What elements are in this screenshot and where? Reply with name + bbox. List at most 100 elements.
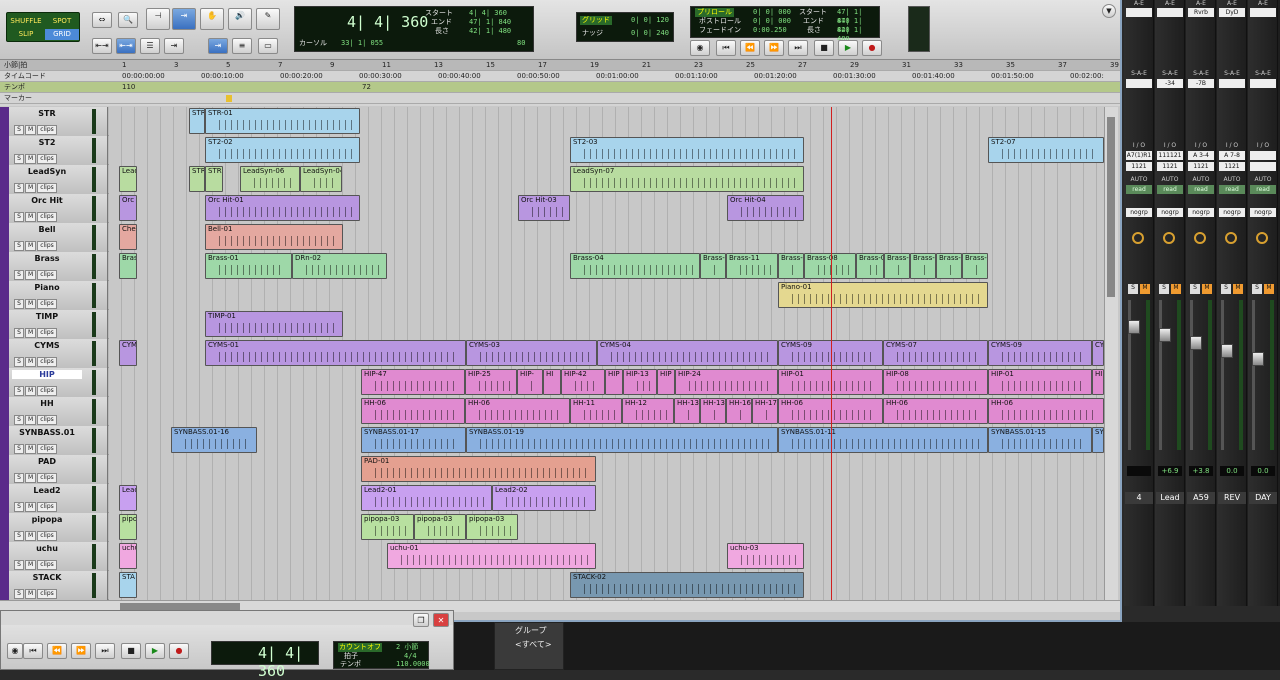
send-slot[interactable]: -7B (1188, 79, 1214, 88)
mixer-solo-button[interactable]: S (1221, 284, 1231, 294)
tab-to-transient-icon[interactable]: ⇥ (208, 38, 228, 54)
volume-value[interactable]: +3.8 (1189, 466, 1213, 476)
midi-clip[interactable]: Brass-01 (205, 253, 292, 279)
track-header[interactable]: Orc Hit S Mclips (0, 194, 108, 223)
rewind-icon[interactable]: ⏪ (740, 40, 760, 56)
midi-clip[interactable]: Brass-1 (910, 253, 936, 279)
track-header[interactable]: LeadSyn S Mclips (0, 165, 108, 194)
track-name[interactable]: CYMS (12, 341, 82, 350)
mute-button[interactable]: M (25, 531, 37, 541)
midi-clip[interactable]: Lead2-02 (492, 485, 596, 511)
online-icon[interactable]: ◉ (690, 40, 710, 56)
solo-button[interactable]: S (14, 473, 24, 483)
midi-clip[interactable]: pipopa-03 (466, 514, 518, 540)
track-header[interactable]: CYMS S Mclips (0, 339, 108, 368)
midi-clip[interactable]: HIP-13 (623, 369, 657, 395)
input-selector[interactable] (1250, 151, 1276, 160)
midi-clip[interactable]: STA (119, 572, 137, 598)
track-name[interactable]: SYNBASS.01 (12, 428, 82, 437)
midi-clip[interactable]: LeadSyn-07 (570, 166, 804, 192)
trim-tool-icon[interactable]: ⊣ (146, 8, 170, 30)
t-ff-icon[interactable]: ⏩ (71, 643, 91, 659)
track-name[interactable]: Bell (12, 225, 82, 234)
mute-button[interactable]: M (25, 502, 37, 512)
track-header[interactable]: ST2 S Mclips (0, 136, 108, 165)
fader-cap[interactable] (1190, 336, 1202, 350)
t-counter[interactable]: 4| 4| 360 (258, 644, 318, 680)
track-playlist[interactable]: PAD-01 (109, 455, 1104, 484)
track-playlist[interactable]: STA STACK-02 (109, 571, 1104, 600)
midi-clip[interactable]: HH-17 (752, 398, 778, 424)
track-name[interactable]: Brass (12, 254, 82, 263)
mute-button[interactable]: M (25, 357, 37, 367)
automation-mode[interactable]: read (1219, 185, 1245, 194)
midi-clip[interactable]: STR- (189, 108, 205, 134)
midi-clip[interactable]: HIP-01 (988, 369, 1092, 395)
channel-name[interactable]: DAY (1249, 492, 1277, 504)
output-selector[interactable]: 1121 (1157, 162, 1183, 171)
mute-button[interactable]: M (25, 270, 37, 280)
postroll-label[interactable]: ポストロール (699, 17, 741, 26)
grabber-tool-icon[interactable]: ✋ (200, 8, 224, 30)
solo-button[interactable]: S (14, 386, 24, 396)
track-header[interactable]: Brass S Mclips (0, 252, 108, 281)
midi-clip[interactable]: HH-06 (361, 398, 465, 424)
automation-mode[interactable]: read (1126, 185, 1152, 194)
output-selector[interactable]: 1121 (1188, 162, 1214, 171)
midi-clip[interactable]: Brass-1 (936, 253, 962, 279)
input-selector[interactable]: A 3-4 (1188, 151, 1214, 160)
mute-button[interactable]: M (25, 415, 37, 425)
group-selector[interactable]: nogrp (1219, 208, 1245, 217)
midi-clip[interactable]: CY (1092, 340, 1104, 366)
view-selector[interactable]: clips (37, 560, 57, 570)
solo-button[interactable]: S (14, 502, 24, 512)
midi-clip[interactable]: ST2-03 (570, 137, 804, 163)
bars-ruler[interactable]: 小節|拍 1 3 5 7 9 11 13 15 17 19 21 23 25 27 29 31 33 35 37 39… (0, 60, 1223, 71)
midi-clip[interactable]: STACK-02 (570, 572, 804, 598)
zoom-toggle-icon[interactable]: ⇔ (92, 12, 112, 28)
fade-label[interactable]: フェードイン (699, 26, 741, 35)
view-selector[interactable]: clips (37, 531, 57, 541)
channel-name[interactable]: Lead (1156, 492, 1184, 504)
grid-label[interactable]: グリッド (580, 16, 612, 25)
input-selector[interactable]: A 7-8 (1219, 151, 1245, 160)
track-name[interactable]: PAD (12, 457, 82, 466)
window-close-icon[interactable]: ✕ (433, 613, 449, 627)
t-end-icon[interactable]: ⏭ (95, 643, 115, 659)
t-tempo-value[interactable]: 110.0000 (396, 660, 430, 669)
midi-clip[interactable]: HH-12 (622, 398, 674, 424)
solo-button[interactable]: S (14, 299, 24, 309)
grid-value[interactable]: 0| 0| 120 (631, 16, 669, 25)
length-value[interactable]: 42| 1| 480 (469, 27, 511, 36)
midi-clip[interactable]: HIP (605, 369, 623, 395)
view-selector[interactable]: clips (37, 125, 57, 135)
track-name[interactable]: pipopa (12, 515, 82, 524)
mute-button[interactable]: M (25, 154, 37, 164)
automation-mode[interactable]: read (1157, 185, 1183, 194)
track-playlist[interactable]: Piano-01 (109, 281, 1104, 310)
track-name[interactable]: Piano (12, 283, 82, 292)
play-icon[interactable]: ▶ (838, 40, 858, 56)
mute-button[interactable]: M (25, 183, 37, 193)
midi-clip[interactable]: HIP-24 (675, 369, 778, 395)
midi-clip[interactable]: LeadSyn-04 (300, 166, 342, 192)
volume-value[interactable]: +6.9 (1158, 466, 1182, 476)
pan-knob-icon[interactable] (1194, 232, 1206, 244)
vertical-scrollbar[interactable] (1104, 107, 1118, 600)
spot-mode[interactable]: SPOT (45, 16, 79, 27)
horizontal-scroll-thumb[interactable] (120, 603, 240, 610)
stop-icon[interactable]: ■ (814, 40, 834, 56)
track-playlist[interactable]: Lead STR-STR LeadSyn-06 LeadSyn-04 LeadSyn-0… (109, 165, 1104, 194)
insert-slot[interactable]: DyD (1219, 8, 1245, 17)
send-slot[interactable]: -34 (1157, 79, 1183, 88)
solo-button[interactable]: S (14, 328, 24, 338)
fast-forward-icon[interactable]: ⏩ (764, 40, 784, 56)
output-selector[interactable]: 1121 (1219, 162, 1245, 171)
groups-all[interactable]: <すべて> (515, 639, 552, 650)
mute-button[interactable]: M (25, 386, 37, 396)
solo-button[interactable]: S (14, 154, 24, 164)
midi-clip[interactable]: Piano-01 (778, 282, 988, 308)
view-selector[interactable]: clips (37, 154, 57, 164)
midi-clip[interactable]: CYMS-03 (466, 340, 597, 366)
go-to-end-icon[interactable]: ⏭ (788, 40, 808, 56)
